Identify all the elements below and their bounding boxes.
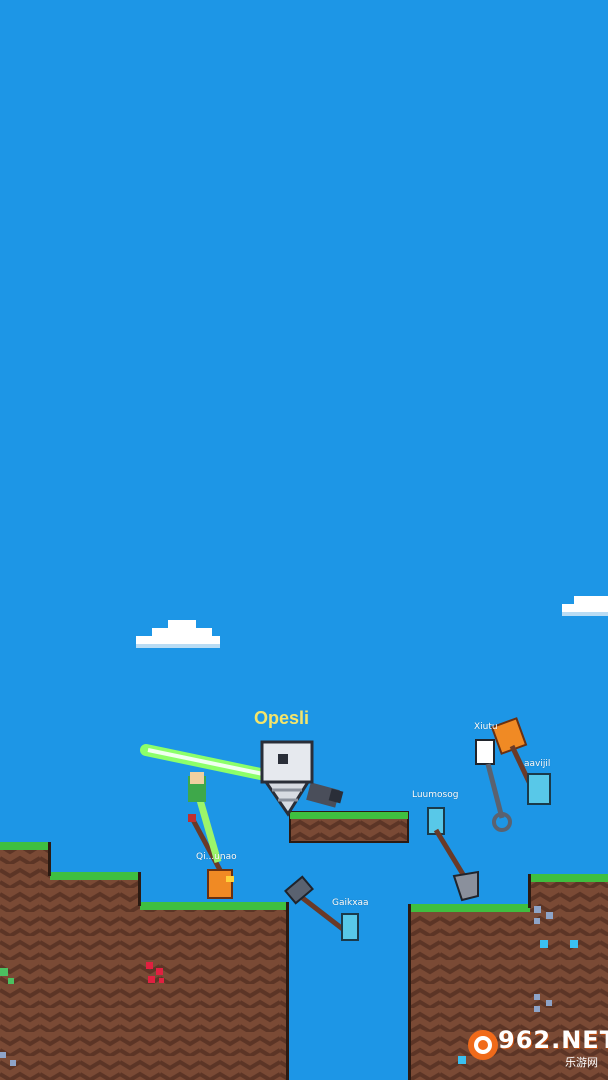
cloud-left	[136, 620, 220, 648]
opponent-name: aavijil	[524, 759, 551, 769]
opponent-wrench-character	[475, 739, 512, 832]
opponent-orange-character	[188, 772, 234, 899]
watermark-main-text: 962.NET	[498, 1026, 608, 1054]
watermark: 962.NET 乐游网	[466, 1026, 608, 1074]
opponent-name: Luumosog	[412, 790, 459, 800]
opponent-name: Xiutu	[474, 722, 498, 732]
player-drill-character	[140, 740, 344, 817]
watermark-logo-icon	[468, 1030, 498, 1060]
opponent-hammer-character	[284, 875, 359, 941]
watermark-sub-text: 乐游网	[565, 1056, 598, 1069]
cloud-right	[562, 596, 608, 616]
floating-platform	[289, 811, 409, 843]
terrain-left	[0, 842, 289, 1080]
player-name: Opesli	[254, 708, 310, 728]
game-scene	[0, 596, 608, 1080]
opponent-shovel-character	[427, 807, 479, 902]
opponent-name: Qi...unao	[196, 852, 237, 862]
opponent-name: Gaikxaa	[332, 898, 369, 908]
